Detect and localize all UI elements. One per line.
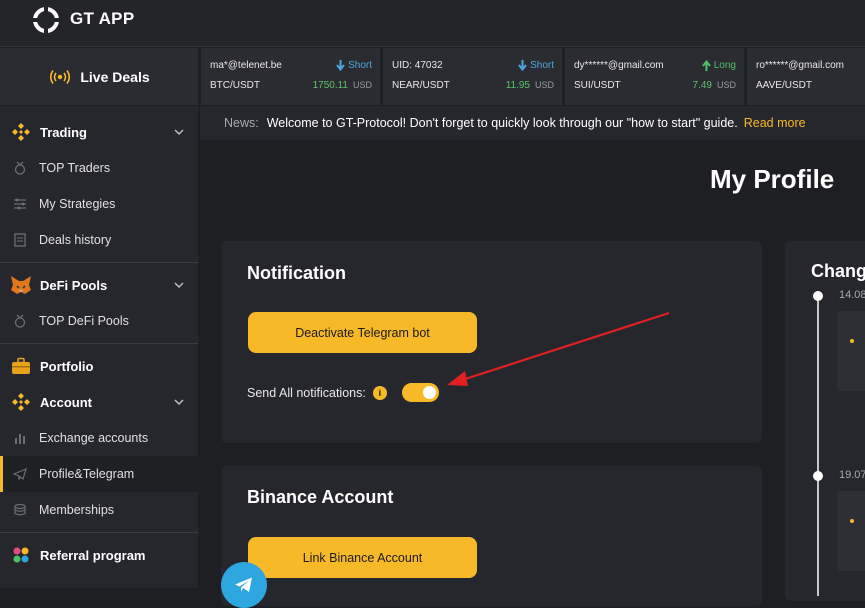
annotation-arrow-icon — [447, 311, 670, 386]
telegram-chat-button[interactable] — [221, 562, 267, 608]
telegram-icon — [235, 577, 252, 592]
